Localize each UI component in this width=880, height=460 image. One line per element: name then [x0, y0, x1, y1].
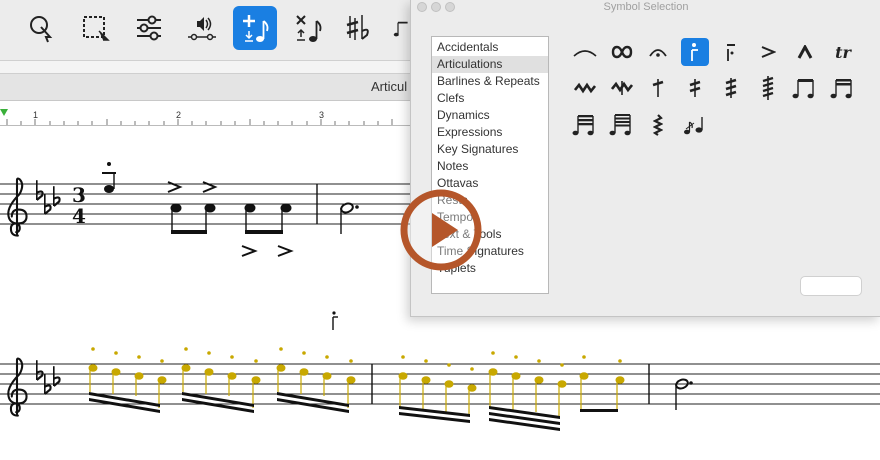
turn-icon — [611, 45, 633, 59]
marquee-select-icon — [83, 16, 110, 41]
category-barlines-repeats[interactable]: Barlines & Repeats — [432, 73, 548, 90]
beamed-sixteenths-icon — [830, 79, 852, 99]
tool-add-note-button[interactable] — [233, 6, 277, 50]
beamed-32nds-icon — [572, 115, 594, 136]
delete-note-icon — [296, 15, 322, 42]
symbol-tenuto-staccato[interactable] — [717, 38, 745, 66]
symbol-quadruple-tremolo[interactable] — [754, 74, 782, 102]
category-accidentals[interactable]: Accidentals — [432, 39, 548, 56]
symbol-trill[interactable]: tr — [829, 38, 857, 66]
flat-icon — [35, 360, 44, 382]
trill-icon: tr — [835, 42, 851, 62]
accent-icon — [761, 46, 776, 58]
mordent-icon — [574, 82, 596, 94]
category-key-signatures[interactable]: Key Signatures — [432, 141, 548, 158]
arpeggio-icon — [653, 114, 663, 136]
tenuto-staccato-above-icon — [727, 44, 735, 61]
staff-system-2[interactable] — [0, 347, 880, 431]
tool-marquee-select-button[interactable] — [74, 6, 118, 50]
staccato-tenuto-icon — [691, 43, 698, 61]
beamed-pair-1[interactable] — [167, 181, 218, 234]
symbol-single-tremolo[interactable] — [644, 74, 672, 102]
articulation-cursor-icon — [332, 311, 338, 330]
symbol-beamed-32nds[interactable] — [571, 111, 599, 139]
panel-title: Symbol Selection — [603, 1, 689, 13]
accidentals-icon — [346, 15, 369, 40]
slur-icon — [573, 50, 597, 57]
symbol-triple-tremolo[interactable] — [717, 74, 745, 102]
note-partial-icon — [393, 21, 408, 37]
symbol-beamed-eighths[interactable] — [791, 74, 819, 102]
symbol-inverted-mordent[interactable] — [608, 74, 636, 102]
triple-tremolo-icon — [725, 78, 737, 98]
symbol-mordent[interactable] — [571, 74, 599, 102]
treble-clef-icon — [7, 177, 28, 237]
speaker-playback-icon — [188, 17, 216, 41]
staff-system-1[interactable]: 3 4 — [0, 162, 410, 257]
half-note-dotted[interactable] — [340, 202, 359, 234]
single-tremolo-icon — [652, 79, 664, 97]
symbol-beamed-sixteenths[interactable] — [829, 74, 857, 102]
note-g-staccato-tenuto[interactable] — [102, 162, 116, 193]
tool-mixer-button[interactable] — [127, 6, 171, 50]
symbol-beamed-64ths[interactable] — [608, 111, 636, 139]
selected-notes-measure-2[interactable] — [398, 351, 625, 431]
panel-action-field[interactable] — [800, 276, 862, 296]
fermata-icon — [649, 49, 667, 57]
mixer-sliders-icon — [137, 15, 161, 41]
symbol-slur[interactable] — [571, 38, 599, 66]
tool-lasso-select-button[interactable] — [19, 6, 63, 50]
tool-note-duration-button[interactable] — [392, 6, 410, 50]
symbol-grace-note[interactable] — [681, 111, 709, 139]
double-tremolo-icon — [689, 79, 701, 97]
symbol-staccato-tenuto[interactable] — [681, 38, 709, 66]
symbol-marcato[interactable] — [791, 38, 819, 66]
time-signature-bottom: 4 — [72, 204, 86, 228]
flat-icon — [52, 186, 61, 208]
flat-icon — [35, 180, 44, 202]
tool-delete-note-button[interactable] — [286, 6, 330, 50]
add-note-icon — [243, 15, 269, 42]
inverted-mordent-icon — [611, 81, 633, 95]
beamed-eighths-icon — [792, 79, 814, 99]
selected-notes-measure-1[interactable] — [88, 347, 356, 413]
category-articulations[interactable]: Articulations — [432, 56, 548, 73]
tool-accidentals-button[interactable] — [338, 6, 382, 50]
lasso-select-icon — [30, 16, 53, 43]
symbol-accent[interactable] — [754, 38, 782, 66]
marcato-icon — [797, 45, 813, 59]
beamed-pair-2[interactable] — [241, 203, 294, 257]
quadruple-tremolo-icon — [762, 76, 774, 100]
symbol-arpeggio[interactable] — [644, 111, 672, 139]
play-video-icon[interactable] — [400, 189, 482, 271]
grace-note-icon — [684, 117, 703, 135]
symbol-fermata[interactable] — [644, 38, 672, 66]
treble-clef-icon — [7, 357, 28, 417]
tab-articulations[interactable]: Articul — [371, 79, 407, 94]
beamed-64ths-icon — [609, 114, 631, 136]
flat-icon — [52, 366, 61, 388]
symbol-double-tremolo[interactable] — [681, 74, 709, 102]
tool-playback-button[interactable] — [180, 6, 224, 50]
category-dynamics[interactable]: Dynamics — [432, 107, 548, 124]
category-clefs[interactable]: Clefs — [432, 90, 548, 107]
category-notes[interactable]: Notes — [432, 158, 548, 175]
symbol-turn[interactable] — [608, 38, 636, 66]
category-expressions[interactable]: Expressions — [432, 124, 548, 141]
